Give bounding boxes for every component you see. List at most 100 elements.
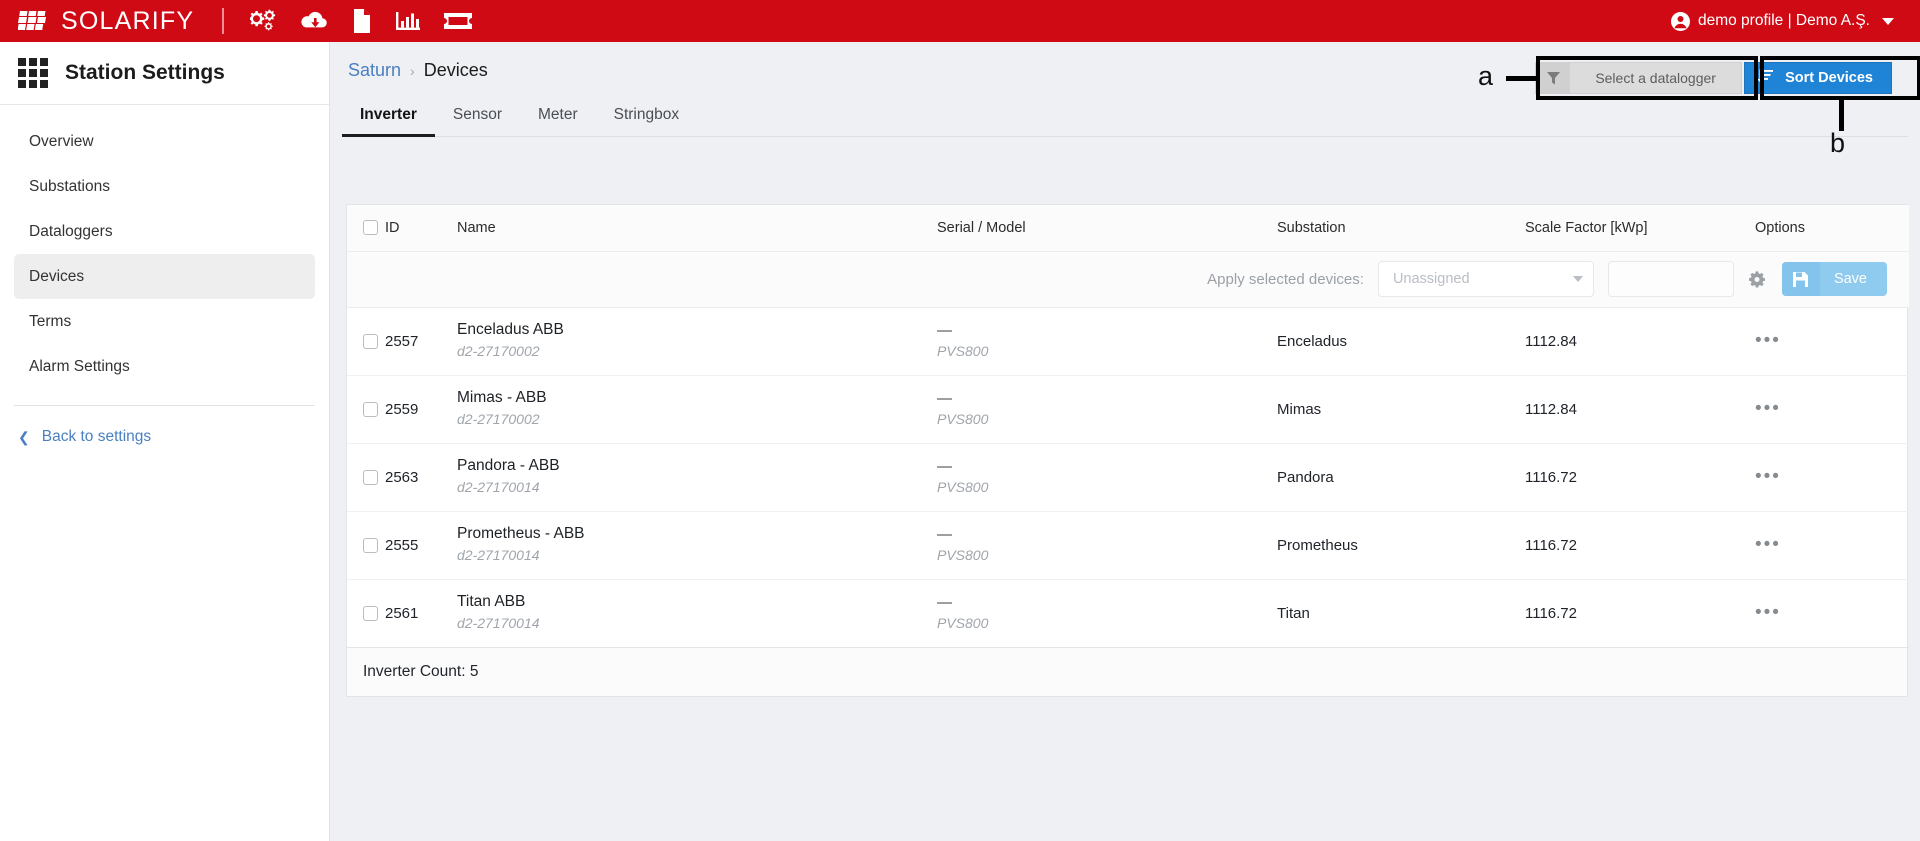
select-all-header xyxy=(347,205,385,252)
cell-scale-factor: 1116.72 xyxy=(1525,579,1755,648)
bulk-apply-row: Apply selected devices: Unassigned Save xyxy=(347,251,1909,308)
cell-id: 2559 xyxy=(385,375,457,444)
row-options-icon[interactable]: ••• xyxy=(1755,534,1781,555)
device-name: Mimas - ABB xyxy=(457,389,547,407)
cell-options: ••• xyxy=(1755,307,1909,376)
cell-substation: Titan xyxy=(1277,579,1525,648)
devices-table-card: ID Name Serial / Model Substation Scale … xyxy=(346,204,1909,697)
cogs-icon[interactable] xyxy=(250,9,276,33)
sort-devices-button[interactable]: Sort Devices xyxy=(1744,62,1892,94)
annotation-leader-b xyxy=(1839,98,1844,131)
header-serial-model[interactable]: Serial / Model xyxy=(937,205,1277,252)
inverter-count-label: Inverter Count: 5 xyxy=(363,662,479,680)
breadcrumb-parent[interactable]: Saturn xyxy=(348,60,401,81)
cell-id: 2557 xyxy=(385,307,457,376)
table-row[interactable]: 2557 Enceladus ABB d2-27170002 — PVS800 … xyxy=(347,307,1909,376)
row-checkbox[interactable] xyxy=(363,605,378,621)
sidebar-item-terms[interactable]: Terms xyxy=(14,299,315,344)
sidebar-item-substations[interactable]: Substations xyxy=(14,164,315,209)
cell-serial-model: — PVS800 xyxy=(937,307,1277,376)
row-checkbox[interactable] xyxy=(363,537,378,553)
table-header-row: ID Name Serial / Model Substation Scale … xyxy=(347,205,1909,252)
row-select-cell xyxy=(347,307,385,376)
row-checkbox[interactable] xyxy=(363,469,378,485)
breadcrumb-separator-icon: › xyxy=(410,63,415,79)
tab-stringbox[interactable]: Stringbox xyxy=(596,98,697,137)
cell-options: ••• xyxy=(1755,375,1909,444)
device-model: PVS800 xyxy=(937,410,989,427)
toolbar-actions: Select a datalogger Sort Devices xyxy=(1535,62,1892,94)
cell-name: Prometheus - ABB d2-27170014 xyxy=(457,511,937,580)
cell-options: ••• xyxy=(1755,511,1909,580)
back-to-settings-link[interactable]: ❮ Back to settings xyxy=(18,428,329,446)
cloud-download-icon[interactable] xyxy=(300,10,328,32)
brand-logo[interactable]: SOLARIFY xyxy=(18,7,194,36)
chevron-down-icon xyxy=(1572,276,1583,282)
cell-id: 2561 xyxy=(385,579,457,648)
row-options-icon[interactable]: ••• xyxy=(1755,398,1781,419)
header-name[interactable]: Name xyxy=(457,205,937,252)
device-serial: — xyxy=(937,389,952,407)
device-type-tabs: Inverter Sensor Meter Stringbox xyxy=(342,97,1908,137)
save-button-label: Save xyxy=(1833,271,1867,287)
row-checkbox[interactable] xyxy=(363,401,378,417)
header-options: Options xyxy=(1755,205,1909,252)
cell-scale-factor: 1112.84 xyxy=(1525,375,1755,444)
sidebar-title: Station Settings xyxy=(65,61,225,84)
filter-funnel-icon xyxy=(1536,63,1571,93)
row-options-icon[interactable]: ••• xyxy=(1755,466,1781,487)
bulk-scale-factor-input[interactable] xyxy=(1607,261,1734,297)
file-document-icon[interactable] xyxy=(352,9,372,33)
row-select-cell xyxy=(347,375,385,444)
header-id[interactable]: ID xyxy=(385,205,457,252)
header-scale-factor[interactable]: Scale Factor [kWp] xyxy=(1525,205,1755,252)
sidebar-item-label: Terms xyxy=(29,312,72,330)
ticket-icon[interactable] xyxy=(444,11,473,31)
sidebar-item-label: Overview xyxy=(29,132,94,150)
tab-label: Sensor xyxy=(452,106,502,123)
device-code: d2-27170014 xyxy=(457,547,540,564)
chevron-left-icon: ❮ xyxy=(18,429,30,445)
gear-icon[interactable] xyxy=(1748,270,1768,288)
tab-inverter[interactable]: Inverter xyxy=(342,98,435,137)
row-options-icon[interactable]: ••• xyxy=(1755,330,1781,351)
device-name: Prometheus - ABB xyxy=(457,525,585,543)
datalogger-select[interactable]: Select a datalogger xyxy=(1535,62,1743,94)
device-model: PVS800 xyxy=(937,478,989,495)
device-code: d2-27170014 xyxy=(457,479,540,496)
header-substation[interactable]: Substation xyxy=(1277,205,1525,252)
row-checkbox[interactable] xyxy=(363,333,378,349)
annotation-label-a: a xyxy=(1478,61,1494,91)
sidebar-item-overview[interactable]: Overview xyxy=(14,119,315,164)
grid-apps-icon xyxy=(18,58,48,88)
table-row[interactable]: 2555 Prometheus - ABB d2-27170014 — PVS8… xyxy=(347,511,1909,580)
device-name: Pandora - ABB xyxy=(457,457,560,475)
table-row[interactable]: 2563 Pandora - ABB d2-27170014 — PVS800 … xyxy=(347,443,1909,512)
profile-menu[interactable]: demo profile | Demo A.Ş. xyxy=(1670,11,1894,31)
user-avatar-icon xyxy=(1670,11,1690,31)
floppy-save-icon xyxy=(1781,262,1820,296)
sort-amount-down-icon xyxy=(1757,69,1774,87)
table-row[interactable]: 2559 Mimas - ABB d2-27170002 — PVS800 Mi… xyxy=(347,375,1909,444)
tab-label: Stringbox xyxy=(613,106,680,123)
cell-serial-model: — PVS800 xyxy=(937,443,1277,512)
select-all-checkbox[interactable] xyxy=(363,220,378,236)
bulk-substation-select[interactable]: Unassigned xyxy=(1377,261,1594,297)
save-button[interactable]: Save xyxy=(1781,262,1887,296)
row-options-icon[interactable]: ••• xyxy=(1755,602,1781,623)
chart-bar-icon[interactable] xyxy=(396,10,421,32)
sidebar-item-devices[interactable]: Devices xyxy=(14,254,315,299)
device-serial: — xyxy=(937,593,952,611)
chevron-down-icon[interactable] xyxy=(1882,17,1894,25)
tab-meter[interactable]: Meter xyxy=(520,98,596,137)
sidebar-item-dataloggers[interactable]: Dataloggers xyxy=(14,209,315,254)
top-navigation-bar: SOLARIFY demo profile | Demo A.Ş. xyxy=(0,0,1920,42)
tab-sensor[interactable]: Sensor xyxy=(435,98,520,137)
sidebar-item-alarm-settings[interactable]: Alarm Settings xyxy=(14,344,315,389)
device-model: PVS800 xyxy=(937,614,989,631)
row-select-cell xyxy=(347,511,385,580)
brand-name: SOLARIFY xyxy=(61,6,195,35)
device-model: PVS800 xyxy=(937,342,989,359)
table-row[interactable]: 2561 Titan ABB d2-27170014 — PVS800 Tita… xyxy=(347,579,1909,648)
devices-table: ID Name Serial / Model Substation Scale … xyxy=(347,205,1909,648)
